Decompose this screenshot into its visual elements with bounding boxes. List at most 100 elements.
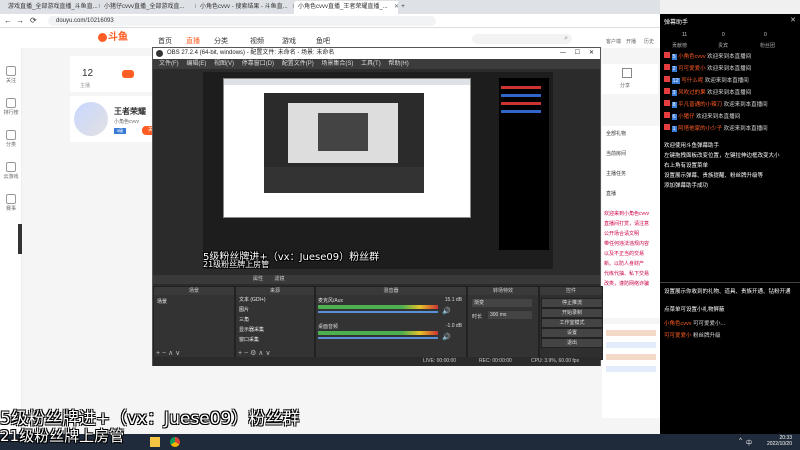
follow-label: 主播 <box>80 83 91 89</box>
start-recording-button[interactable]: 开始录制 <box>541 308 603 318</box>
trophy-icon <box>6 98 16 108</box>
sidebar-item-cloud-game[interactable]: 云游戏 <box>2 162 20 180</box>
sidebar-item-match[interactable]: 赛事 <box>2 194 20 212</box>
share-label[interactable]: 分享 <box>620 82 630 89</box>
reload-button[interactable]: ⟳ <box>30 16 37 25</box>
speaker-icon[interactable]: 🔊 <box>442 307 451 315</box>
nav-category[interactable]: 分类 <box>214 36 228 46</box>
close-button[interactable]: ✕ <box>589 48 594 59</box>
forward-button[interactable]: → <box>16 16 24 25</box>
header-broadcast[interactable]: 开播 <box>626 38 636 45</box>
menu-help[interactable]: 帮助(H) <box>388 61 408 67</box>
ad-item[interactable]: 当前房间 <box>606 150 626 157</box>
back-button[interactable]: ← <box>4 16 12 25</box>
gift-message: 小角色cvvv 可可爱爱小... <box>664 321 726 327</box>
ad-item[interactable]: 全部礼物 <box>606 130 626 137</box>
streamer-name[interactable]: 小角色cvvv <box>114 118 139 125</box>
stat-count: 0 <box>722 32 725 38</box>
url-input[interactable]: douyu.com/10216093 <box>48 16 436 26</box>
tray-arrow-icon[interactable]: ^ <box>739 438 742 444</box>
browser-tab[interactable]: 小猪仔cvvv直播_全部游戏直...✕ <box>100 1 202 14</box>
menu-view[interactable]: 视图(V) <box>214 61 234 67</box>
volume-slider[interactable] <box>318 337 438 339</box>
grid-icon <box>6 130 16 140</box>
sidebar-item-rank[interactable]: 排行榜 <box>2 98 20 116</box>
tab-vip[interactable]: 贵宾 <box>718 42 728 49</box>
properties-button[interactable]: 属性 <box>253 276 263 282</box>
danmu-assistant-panel: 弹幕助手 ✕ 11 0 0 贡献榜 贵宾 粉丝团 5 小角色cvvv 欢迎来到本… <box>660 14 800 435</box>
filters-button[interactable]: 滤镜 <box>274 276 284 282</box>
preview-chat-row <box>501 94 541 97</box>
notice-line: 公开场合请文明 <box>604 231 640 237</box>
nav-video[interactable]: 视频 <box>250 36 264 46</box>
room-notice: 欢迎来到小角色cvvv 直播间打赏，请注意 公开场合请文明 带任何违法违规内容 … <box>602 208 660 318</box>
mixer-channel-name: 麦克风/Aux <box>318 298 344 304</box>
menu-scene-collection[interactable]: 场景集合(S) <box>321 61 353 67</box>
file-explorer-icon[interactable] <box>150 437 160 447</box>
menu-edit[interactable]: 编辑(E) <box>186 61 206 67</box>
source-controls[interactable]: + − ⚙ ∧ ∨ <box>238 349 270 357</box>
source-item[interactable]: 窗口采集 <box>236 335 314 345</box>
stop-streaming-button[interactable]: 停止推流 <box>541 298 603 308</box>
source-item[interactable]: 图片 <box>236 305 314 315</box>
studio-mode-button[interactable]: 工作室模式 <box>541 318 603 328</box>
chat-message: 8 平凡普通的小辣刀 欢迎来到本直播间 <box>664 100 798 109</box>
tab-fans[interactable]: 粉丝团 <box>760 42 775 49</box>
menu-docks[interactable]: 停靠窗口(D) <box>242 61 274 67</box>
source-item[interactable]: 显示器采集 <box>236 325 314 335</box>
menu-file[interactable]: 文件(F) <box>159 61 179 67</box>
nav-live[interactable]: 直播 <box>186 36 200 46</box>
sidebar-item-category[interactable]: 分类 <box>2 130 20 148</box>
help-line: 添加弹幕助手成功 <box>664 183 709 189</box>
menu-profile[interactable]: 配置文件(P) <box>282 61 314 67</box>
browser-tab[interactable]: 游戏直播_全部游戏直播_斗鱼直...✕ <box>4 1 106 14</box>
chat-row <box>606 330 656 336</box>
share-icon[interactable] <box>622 68 632 78</box>
transition-select[interactable]: 渐变 <box>472 299 532 307</box>
badge-icon <box>664 124 670 130</box>
follow-count: 12 <box>82 68 94 79</box>
site-search-input[interactable]: ⌕ <box>472 34 572 44</box>
stat-count: 11 <box>682 32 688 38</box>
ime-indicator[interactable]: 中 <box>746 438 752 447</box>
chrome-icon[interactable] <box>170 437 180 447</box>
source-item[interactable]: 文本 (GDI+) <box>236 295 314 305</box>
chat-message: 5 小角色cvvv 欢迎来到本直播间 <box>664 52 798 61</box>
header-history[interactable]: 历史 <box>644 38 654 45</box>
duration-input[interactable]: 300 ms <box>488 311 532 319</box>
menu-tools[interactable]: 工具(T) <box>361 61 381 67</box>
exit-button[interactable]: 退出 <box>541 338 603 348</box>
help-line: 欢迎使用斗鱼弹幕助手 <box>664 143 720 149</box>
preview-chat-row <box>501 86 541 89</box>
browser-tab-active[interactable]: 小角色cvvv直播_王者荣耀直播_... ✕ <box>294 1 402 14</box>
minimize-button[interactable]: — <box>560 48 566 59</box>
obs-source-toolbar: 属性 滤镜 <box>153 275 600 284</box>
chat-message: 12 写什么呢 欢迎来到本直播间 <box>664 76 798 85</box>
nested-docks <box>264 167 424 193</box>
scene-controls[interactable]: + − ∧ ∨ <box>156 349 180 357</box>
streamer-avatar[interactable] <box>74 102 108 136</box>
source-item[interactable]: 三角 <box>236 315 314 325</box>
scene-item[interactable]: 场景 <box>154 295 234 308</box>
settings-button[interactable]: 设置 <box>541 328 603 338</box>
nav-home[interactable]: 首页 <box>158 36 172 46</box>
header-client[interactable]: 客户端 <box>606 38 621 45</box>
nav-game[interactable]: 游戏 <box>282 36 296 46</box>
new-tab-button[interactable]: + <box>398 1 408 14</box>
nav-yuba[interactable]: 鱼吧 <box>316 36 330 46</box>
notice-line: 直播间打赏，请注意 <box>604 221 650 227</box>
tab-contribution[interactable]: 贡献榜 <box>672 42 687 49</box>
panel-close-button[interactable]: ✕ <box>790 16 796 24</box>
maximize-button[interactable]: ☐ <box>575 48 580 59</box>
mixer-dock-title: 混音器 <box>316 287 466 295</box>
browser-tab[interactable]: 小角色cvvv - 搜索结果 - 斗鱼直...✕ <box>196 1 300 14</box>
volume-slider[interactable] <box>318 311 438 313</box>
sidebar-item-follow[interactable]: 关注 <box>2 66 20 84</box>
clock[interactable]: 20:33 2022/10/20 <box>767 435 792 447</box>
ad-item[interactable]: 主播任务 <box>606 170 626 177</box>
douyu-logo[interactable]: 斗鱼 <box>98 32 134 44</box>
live-status: LIVE: 00:00:00 <box>423 358 457 364</box>
obs-preview[interactable]: 5级粉丝牌进+（vx：Juese09）粉丝群 21级粉丝牌上房管 <box>203 72 553 269</box>
cup-icon <box>6 194 16 204</box>
speaker-icon[interactable]: 🔊 <box>442 333 451 341</box>
